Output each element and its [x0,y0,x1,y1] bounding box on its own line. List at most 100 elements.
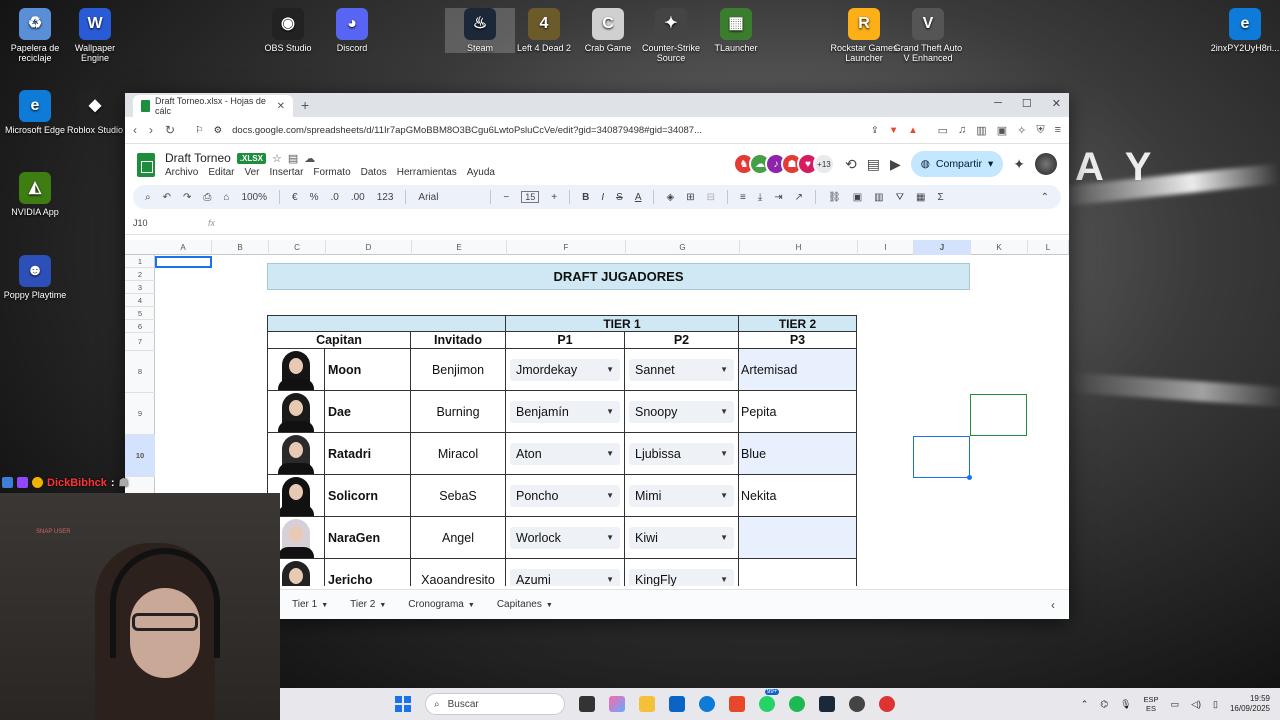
site-info-icon[interactable]: ⚙ [214,125,223,136]
collaborators-more[interactable]: +13 [812,153,835,175]
captain-photo-cell[interactable] [267,432,325,475]
increase-decimals-button[interactable]: .00 [351,192,365,203]
row-header[interactable]: 1 [125,256,155,268]
brave-shield-icon[interactable]: ▼ [889,125,898,136]
header-p3[interactable]: P3 [738,331,857,349]
desktop-icon[interactable]: ☻ Poppy Playtime [0,255,70,300]
menu-icon[interactable]: ≡ [1055,124,1061,137]
dropdown-arrow-icon[interactable]: ▼ [606,365,614,374]
battery-icon[interactable]: ▯ [1213,699,1218,710]
steam-taskbar-icon[interactable] [819,696,835,712]
p1-cell[interactable]: Azumi ▼ [505,558,625,586]
tray-overflow-icon[interactable]: ⌃ [1081,699,1089,710]
forward-arrow-icon[interactable]: › [149,123,153,137]
back-arrow-icon[interactable]: ‹ [133,123,137,137]
sheet-tab[interactable]: Cronograma ▼ [408,599,475,610]
sidebar-icon[interactable]: ▥ [976,124,986,137]
guest-cell[interactable]: Miracol [410,432,506,475]
sheet-tab[interactable]: Tier 2 ▼ [350,599,386,610]
row-header[interactable]: 9 [125,393,155,435]
p1-cell[interactable]: Poncho ▼ [505,474,625,517]
meet-icon[interactable]: ▶ [890,156,901,173]
captain-cell[interactable]: Ratadri [324,432,411,475]
column-header[interactable]: A [155,240,212,255]
whatsapp-icon[interactable]: 99+ [759,689,780,712]
column-header[interactable]: H [740,240,858,255]
insert-chart-icon[interactable]: ▥ [874,192,883,203]
p1-cell[interactable]: Worlock ▼ [505,516,625,559]
desktop-icon[interactable]: ◉ OBS Studio [253,8,323,53]
column-header[interactable]: J [914,240,971,255]
file-explorer-icon[interactable] [639,696,655,712]
italic-icon[interactable]: I [601,192,604,203]
url-text[interactable]: docs.google.com/spreadsheets/d/11Ir7apGM… [232,125,861,136]
column-header[interactable]: I [858,240,914,255]
brave-icon[interactable] [729,696,745,712]
insert-comment-icon[interactable]: ▣ [853,192,862,203]
desktop-icon[interactable]: e 2inxPY2UyH8ri... [1210,8,1280,53]
windows-start-icon[interactable] [395,696,411,712]
guest-cell[interactable]: SebaS [410,474,506,517]
column-header[interactable]: F [507,240,626,255]
dropdown-arrow-icon[interactable]: ▼ [606,575,614,584]
music-icon[interactable]: ♫ [958,124,966,137]
draft-banner[interactable]: DRAFT JUGADORES [267,263,970,290]
bookmark-icon[interactable]: ⚐ [195,125,204,136]
vertical-align-icon[interactable]: ⤓ [758,192,762,203]
column-header[interactable]: E [412,240,507,255]
volume-icon[interactable]: ◁) [1191,699,1201,710]
p3-cell[interactable] [738,558,857,586]
comments-icon[interactable]: ▤ [867,156,880,173]
dropdown-arrow-icon[interactable]: ▼ [720,407,728,416]
clock[interactable]: 19:59 16/09/2025 [1230,694,1270,714]
language-indicator[interactable]: ESP ES [1144,695,1159,713]
column-header[interactable]: L [1028,240,1069,255]
bold-icon[interactable]: B [582,192,589,203]
redo-icon[interactable]: ↷ [183,192,191,203]
row-header[interactable]: 6 [125,320,155,333]
desktop-icon[interactable]: R Rockstar Games Launcher [829,8,899,63]
guest-cell[interactable]: Xaoandresito [410,558,506,586]
guest-cell[interactable]: Burning [410,390,506,433]
p2-cell[interactable]: Sannet ▼ [624,348,739,391]
dropdown-arrow-icon[interactable]: ▼ [720,533,728,542]
microphone-icon[interactable]: 🎙 [1120,699,1131,710]
network-icon[interactable]: ⌬ [1100,699,1108,710]
desktop-icon[interactable]: C Crab Game [573,8,643,53]
leo-icon[interactable]: ✧ [1017,124,1026,137]
guest-cell[interactable]: Benjimon [410,348,506,391]
p1-dropdown-chip[interactable]: Poncho ▼ [510,484,620,507]
fill-handle[interactable] [967,475,972,480]
menu-item[interactable]: Ayuda [467,167,495,178]
p2-dropdown-chip[interactable]: Snoopy ▼ [629,400,734,423]
sheet-tab[interactable]: Tier 1 ▼ [292,599,328,610]
p2-cell[interactable]: KingFly ▼ [624,558,739,586]
p1-dropdown-chip[interactable]: Worlock ▼ [510,526,620,549]
p2-cell[interactable]: Mimi ▼ [624,474,739,517]
percent-format-button[interactable]: % [310,192,319,203]
row-header[interactable]: 10 [125,435,155,477]
sheet-tab[interactable]: Capitanes ▼ [497,599,553,610]
active-cell-j10[interactable] [913,436,970,478]
close-window-button[interactable]: ✕ [1052,97,1061,110]
move-folder-icon[interactable]: ▤ [288,152,298,165]
p2-cell[interactable]: Kiwi ▼ [624,516,739,559]
row-header[interactable]: 2 [125,268,155,281]
collapse-toolbar-icon[interactable]: ⌃ [1041,192,1049,203]
captain-photo-cell[interactable] [267,390,325,433]
column-header[interactable]: D [326,240,412,255]
cloud-status-icon[interactable]: ☁ [304,152,315,165]
tier-blank-cell[interactable] [267,315,506,332]
star-icon[interactable]: ☆ [272,152,282,165]
share-button[interactable]: ◍ Compartir ▾ [910,151,1004,177]
p3-cell[interactable] [738,516,857,559]
currency-format-button[interactable]: € [292,192,298,203]
p1-cell[interactable]: Aton ▼ [505,432,625,475]
p3-cell[interactable]: Nekita [738,474,857,517]
app-taskbar-icon[interactable] [879,696,895,712]
history-icon[interactable]: ⟲ [845,156,857,173]
new-tab-button[interactable]: + [301,97,309,113]
p2-cell[interactable]: Snoopy ▼ [624,390,739,433]
desktop-icon[interactable]: 4 Left 4 Dead 2 [509,8,579,53]
desktop-icon[interactable]: ◆ Roblox Studio [60,90,130,135]
